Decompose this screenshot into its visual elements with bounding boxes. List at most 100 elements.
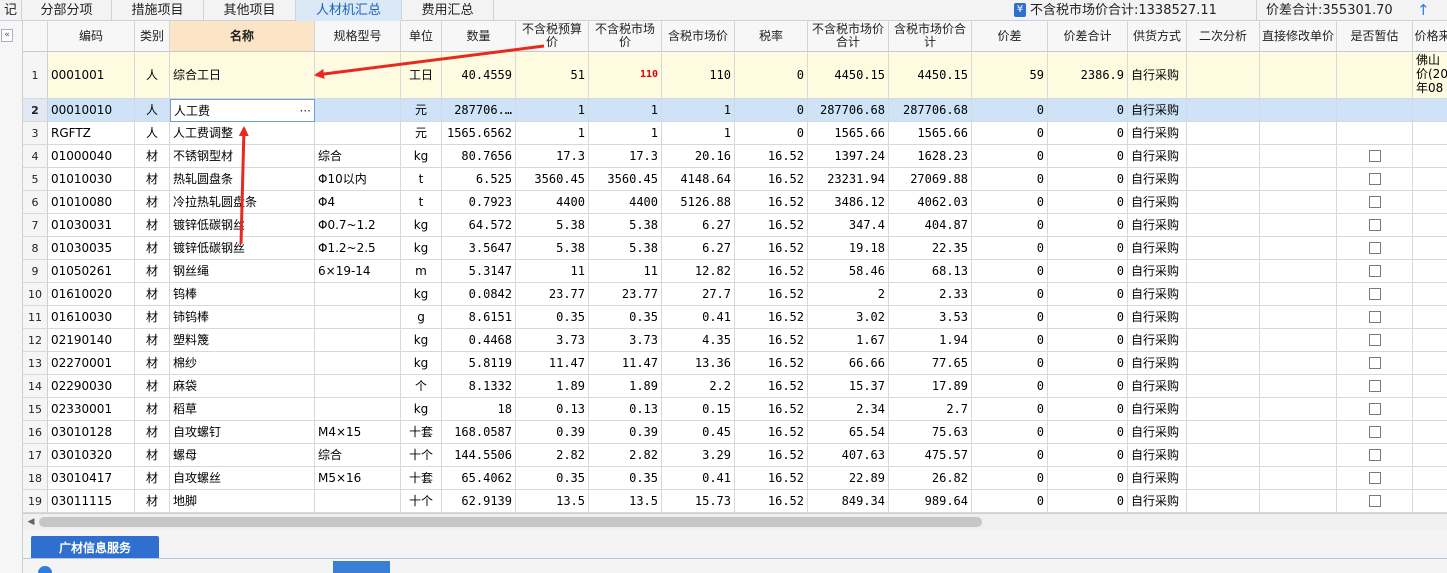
direct-edit-price-cell[interactable] xyxy=(1260,490,1337,513)
supply-mode-cell[interactable]: 自行采购 xyxy=(1128,306,1187,329)
supply-mode-cell[interactable]: 自行采购 xyxy=(1128,191,1187,214)
header-tax-rate[interactable]: 税率 xyxy=(735,21,808,52)
tax-rate-cell[interactable]: 16.52 xyxy=(735,260,808,283)
price-diff-total-cell[interactable]: 0 xyxy=(1048,260,1128,283)
market-price-cell[interactable]: 110 xyxy=(589,52,662,99)
tax-rate-cell[interactable]: 16.52 xyxy=(735,398,808,421)
price-diff-cell[interactable]: 0 xyxy=(972,191,1048,214)
row-number[interactable]: 12 xyxy=(23,329,48,352)
provisional-checkbox[interactable] xyxy=(1368,287,1381,300)
provisional-checkbox[interactable] xyxy=(1368,425,1381,438)
code-cell[interactable]: 01050261 xyxy=(48,260,135,283)
name-cell[interactable]: 地脚 xyxy=(170,490,315,513)
tax-rate-cell[interactable]: 16.52 xyxy=(735,467,808,490)
row-number[interactable]: 18 xyxy=(23,467,48,490)
unit-cell[interactable]: 元 xyxy=(401,122,442,145)
market-price-cell[interactable]: 5.38 xyxy=(589,237,662,260)
name-cell[interactable]: 自攻螺丝 xyxy=(170,467,315,490)
more-options-icon[interactable]: ··· xyxy=(300,100,311,121)
header-is-provisional[interactable]: 是否暂估 xyxy=(1337,21,1413,52)
row-number[interactable]: 11 xyxy=(23,306,48,329)
category-cell[interactable]: 材 xyxy=(135,444,170,467)
row-number[interactable]: 7 xyxy=(23,214,48,237)
secondary-analysis-cell[interactable] xyxy=(1187,99,1260,122)
direct-edit-price-cell[interactable] xyxy=(1260,329,1337,352)
name-cell[interactable]: 自攻螺钉 xyxy=(170,421,315,444)
name-cell[interactable]: 塑料篾 xyxy=(170,329,315,352)
name-cell[interactable]: 稻草 xyxy=(170,398,315,421)
category-cell[interactable]: 材 xyxy=(135,306,170,329)
spec-cell[interactable]: Φ4 xyxy=(315,191,401,214)
market-total-cell[interactable]: 2.34 xyxy=(808,398,889,421)
budget-price-cell[interactable]: 3560.45 xyxy=(516,168,589,191)
tax-market-price-cell[interactable]: 6.27 xyxy=(662,214,735,237)
name-cell[interactable]: 综合工日 xyxy=(170,52,315,99)
header-market-total[interactable]: 不含税市场价合计 xyxy=(808,21,889,52)
unit-cell[interactable]: kg xyxy=(401,237,442,260)
provisional-cell[interactable] xyxy=(1337,191,1413,214)
market-price-cell[interactable]: 17.3 xyxy=(589,145,662,168)
provisional-cell[interactable] xyxy=(1337,99,1413,122)
category-cell[interactable]: 材 xyxy=(135,145,170,168)
tax-market-price-cell[interactable]: 0.41 xyxy=(662,306,735,329)
quantity-cell[interactable]: 0.0842 xyxy=(442,283,516,306)
code-cell[interactable]: 0001001 xyxy=(48,52,135,99)
secondary-analysis-cell[interactable] xyxy=(1187,260,1260,283)
tax-market-price-cell[interactable]: 4148.64 xyxy=(662,168,735,191)
provisional-checkbox[interactable] xyxy=(1368,218,1381,231)
category-cell[interactable]: 材 xyxy=(135,260,170,283)
tax-total-cell[interactable]: 17.89 xyxy=(889,375,972,398)
supply-mode-cell[interactable]: 自行采购 xyxy=(1128,168,1187,191)
quantity-cell[interactable]: 3.5647 xyxy=(442,237,516,260)
row-number[interactable]: 1 xyxy=(23,52,48,99)
provisional-cell[interactable] xyxy=(1337,52,1413,99)
tax-market-price-cell[interactable]: 0.41 xyxy=(662,467,735,490)
tax-rate-cell[interactable]: 16.52 xyxy=(735,444,808,467)
unit-cell[interactable]: kg xyxy=(401,283,442,306)
supply-mode-cell[interactable]: 自行采购 xyxy=(1128,352,1187,375)
budget-price-cell[interactable]: 1 xyxy=(516,99,589,122)
provisional-cell[interactable] xyxy=(1337,237,1413,260)
market-total-cell[interactable]: 15.37 xyxy=(808,375,889,398)
quantity-cell[interactable]: 80.7656 xyxy=(442,145,516,168)
tax-market-price-cell[interactable]: 15.73 xyxy=(662,490,735,513)
price-diff-total-cell[interactable]: 0 xyxy=(1048,191,1128,214)
market-total-cell[interactable]: 347.4 xyxy=(808,214,889,237)
budget-price-cell[interactable]: 11.47 xyxy=(516,352,589,375)
supply-mode-cell[interactable]: 自行采购 xyxy=(1128,421,1187,444)
price-source-cell[interactable] xyxy=(1413,398,1447,421)
category-cell[interactable]: 人 xyxy=(135,52,170,99)
direct-edit-price-cell[interactable] xyxy=(1260,214,1337,237)
category-cell[interactable]: 人 xyxy=(135,122,170,145)
collapse-left-icon[interactable]: « xyxy=(1,29,13,42)
unit-cell[interactable]: kg xyxy=(401,145,442,168)
market-total-cell[interactable]: 23231.94 xyxy=(808,168,889,191)
budget-price-cell[interactable]: 5.38 xyxy=(516,214,589,237)
spec-cell[interactable] xyxy=(315,329,401,352)
spec-cell[interactable] xyxy=(315,52,401,99)
code-cell[interactable]: 03011115 xyxy=(48,490,135,513)
tax-total-cell[interactable]: 2.7 xyxy=(889,398,972,421)
supply-mode-cell[interactable]: 自行采购 xyxy=(1128,214,1187,237)
market-price-cell[interactable]: 11 xyxy=(589,260,662,283)
header-tax-market-price[interactable]: 含税市场价 xyxy=(662,21,735,52)
name-cell-value[interactable]: 人工费 xyxy=(174,104,210,118)
spec-cell[interactable]: M4×15 xyxy=(315,421,401,444)
budget-price-cell[interactable]: 11 xyxy=(516,260,589,283)
secondary-analysis-cell[interactable] xyxy=(1187,444,1260,467)
price-diff-cell[interactable]: 0 xyxy=(972,168,1048,191)
market-total-cell[interactable]: 287706.68 xyxy=(808,99,889,122)
budget-price-cell[interactable]: 23.77 xyxy=(516,283,589,306)
tax-total-cell[interactable]: 1565.66 xyxy=(889,122,972,145)
supply-mode-cell[interactable]: 自行采购 xyxy=(1128,237,1187,260)
price-source-cell[interactable] xyxy=(1413,168,1447,191)
price-diff-cell[interactable]: 0 xyxy=(972,467,1048,490)
price-diff-cell[interactable]: 0 xyxy=(972,283,1048,306)
provisional-cell[interactable] xyxy=(1337,145,1413,168)
provisional-cell[interactable] xyxy=(1337,168,1413,191)
tax-market-price-cell[interactable]: 12.82 xyxy=(662,260,735,283)
market-price-cell[interactable]: 0.35 xyxy=(589,306,662,329)
tax-total-cell[interactable]: 75.63 xyxy=(889,421,972,444)
unit-cell[interactable]: 工日 xyxy=(401,52,442,99)
price-source-cell[interactable] xyxy=(1413,237,1447,260)
